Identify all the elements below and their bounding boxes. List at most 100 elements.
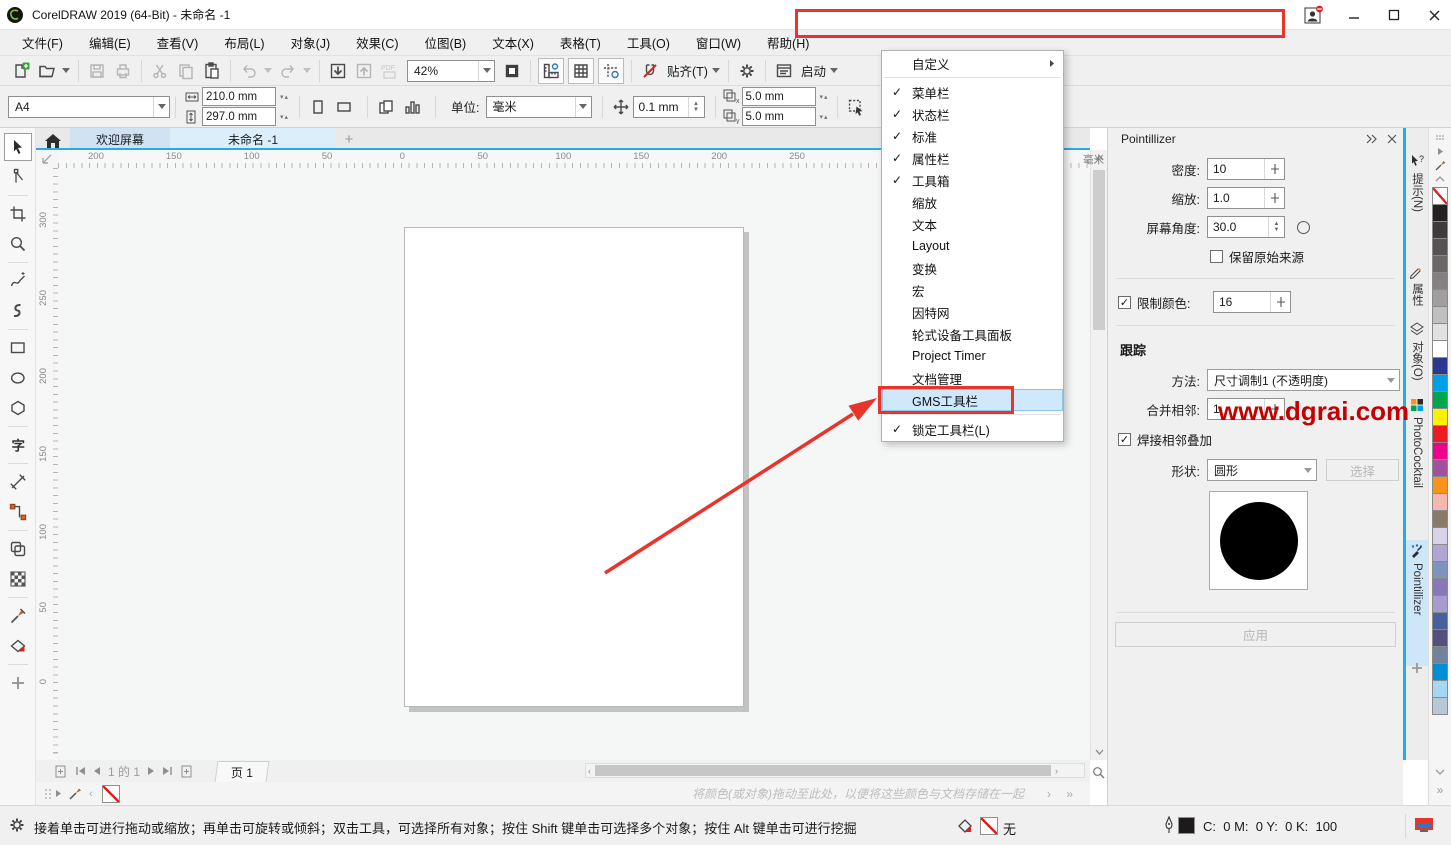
- limit-colors-checkbox[interactable]: ✓: [1118, 296, 1131, 309]
- color-swatch[interactable]: [1432, 204, 1448, 222]
- color-swatch[interactable]: [1432, 391, 1448, 409]
- color-swatch[interactable]: [1432, 459, 1448, 477]
- docker-collapse-icon[interactable]: [1365, 134, 1377, 144]
- weld-overlap-checkbox[interactable]: ✓: [1118, 433, 1131, 446]
- nudge-field[interactable]: 0.1 mm ▲▼: [633, 96, 705, 118]
- menubar-item[interactable]: 文件(F): [10, 30, 75, 55]
- scrollbar-thumb[interactable]: [1093, 170, 1105, 330]
- context-menu-item-gms-[interactable]: GMS工具栏: [882, 389, 1063, 411]
- spinner[interactable]: ▲▼: [688, 97, 704, 117]
- context-menu-item--[interactable]: 缩放: [882, 191, 1063, 213]
- add-tools-icon[interactable]: [4, 669, 32, 697]
- zoom-tool-icon[interactable]: [4, 230, 32, 258]
- menubar-item[interactable]: 窗口(W): [684, 30, 753, 55]
- add-page-start-icon[interactable]: [55, 765, 69, 778]
- scroll-right-icon[interactable]: ›: [1055, 766, 1058, 776]
- docker-tab--o-[interactable]: 对象(O): [1406, 318, 1428, 384]
- new-document-icon[interactable]: [8, 58, 34, 84]
- show-rulers-icon[interactable]: [538, 58, 564, 84]
- chevron-down-icon[interactable]: [478, 61, 494, 81]
- pdf-icon[interactable]: PDF: [377, 58, 403, 84]
- scrubber[interactable]: [1264, 159, 1284, 179]
- scroll-left-icon[interactable]: ‹: [89, 788, 93, 800]
- menubar-item[interactable]: 位图(B): [413, 30, 479, 55]
- context-menu-item--[interactable]: ✓属性栏: [882, 147, 1063, 169]
- color-swatch[interactable]: [1432, 374, 1448, 392]
- flyout-arrow-icon[interactable]: [55, 789, 62, 798]
- menubar-item[interactable]: 效果(C): [344, 30, 410, 55]
- page-preset-combo[interactable]: A4: [8, 96, 170, 118]
- status-gear-icon[interactable]: [8, 816, 26, 834]
- close-button[interactable]: [1423, 4, 1445, 26]
- color-swatch[interactable]: [1432, 425, 1448, 443]
- snap-to-label[interactable]: 贴齐(T): [667, 61, 708, 80]
- no-color-swatch[interactable]: [1432, 187, 1448, 205]
- chevron-down-icon[interactable]: [830, 68, 838, 73]
- scale-field[interactable]: 1.0: [1207, 187, 1285, 209]
- duplicate-y-field[interactable]: 5.0 mm: [742, 107, 816, 126]
- docker-tab-pointillizer[interactable]: Pointillizer: [1406, 540, 1428, 666]
- copy-icon[interactable]: [173, 58, 199, 84]
- chevron-down-icon[interactable]: [264, 68, 272, 73]
- context-menu-item--[interactable]: ✓工具箱: [882, 169, 1063, 191]
- color-swatch[interactable]: [1432, 493, 1448, 511]
- menubar-item[interactable]: 编辑(E): [77, 30, 143, 55]
- print-icon[interactable]: [110, 58, 136, 84]
- context-menu-item--[interactable]: 因特网: [882, 301, 1063, 323]
- context-menu-item--[interactable]: ✓状态栏: [882, 103, 1063, 125]
- account-icon[interactable]: [1303, 5, 1325, 25]
- contour-tool-icon[interactable]: [4, 535, 32, 563]
- menubar-item[interactable]: 查看(V): [145, 30, 211, 55]
- chevron-down-icon[interactable]: [62, 68, 70, 73]
- chevron-down-icon[interactable]: [712, 68, 720, 73]
- polygon-tool-icon[interactable]: [4, 394, 32, 422]
- palette-grip[interactable]: [1429, 128, 1451, 144]
- scroll-left-icon[interactable]: ‹: [588, 766, 591, 776]
- next-page-icon[interactable]: [147, 766, 156, 776]
- scroll-down-icon[interactable]: [1091, 744, 1108, 760]
- keep-source-checkbox[interactable]: [1210, 250, 1223, 263]
- limit-colors-field[interactable]: 16: [1213, 291, 1291, 313]
- options-gear-icon[interactable]: [734, 58, 760, 84]
- select-shape-button[interactable]: 选择: [1326, 459, 1399, 481]
- no-color-swatch[interactable]: [102, 785, 120, 803]
- scrubber[interactable]: [1264, 188, 1284, 208]
- spinner[interactable]: ▲▼: [1268, 217, 1284, 237]
- ruler-origin-icon[interactable]: [36, 150, 58, 168]
- context-menu-item--[interactable]: 变换: [882, 257, 1063, 279]
- vertical-ruler[interactable]: 300250200150100500: [36, 168, 59, 760]
- docker-close-icon[interactable]: [1387, 134, 1397, 144]
- chevron-down-icon[interactable]: [153, 97, 169, 117]
- open-folder-icon[interactable]: [34, 58, 60, 84]
- context-menu-item--[interactable]: ✓标准: [882, 125, 1063, 147]
- method-dropdown[interactable]: 尺寸调制1 (不透明度): [1207, 369, 1400, 391]
- palette-flyout-icon[interactable]: [1429, 144, 1451, 158]
- vertical-scrollbar[interactable]: [1090, 150, 1107, 760]
- all-pages-button[interactable]: [374, 93, 398, 121]
- screen-angle-field[interactable]: 30.0 ▲▼: [1207, 216, 1285, 238]
- snap-off-icon[interactable]: [637, 58, 663, 84]
- artistic-media-tool-icon[interactable]: [4, 297, 32, 325]
- color-swatch[interactable]: [1432, 323, 1448, 341]
- zoom-level-combo[interactable]: 42%: [407, 60, 495, 82]
- color-swatch[interactable]: [1432, 221, 1448, 239]
- redo-icon[interactable]: [275, 58, 301, 84]
- show-guidelines-icon[interactable]: [598, 58, 624, 84]
- context-menu-item--[interactable]: ✓菜单栏: [882, 81, 1063, 103]
- docker-tab--[interactable]: 属性: [1406, 260, 1428, 309]
- color-swatch[interactable]: [1432, 663, 1448, 681]
- fullscreen-preview-icon[interactable]: [499, 58, 525, 84]
- color-swatch[interactable]: [1432, 357, 1448, 375]
- color-swatch[interactable]: [1432, 544, 1448, 562]
- paste-icon[interactable]: [199, 58, 225, 84]
- menubar-item[interactable]: 文本(X): [480, 30, 546, 55]
- color-proof-icon[interactable]: [1413, 816, 1435, 835]
- more-chevrons-icon[interactable]: »: [1066, 787, 1073, 801]
- scroll-right-icon[interactable]: ›: [1047, 787, 1051, 801]
- menubar-item[interactable]: 表格(T): [548, 30, 613, 55]
- palette-eyedropper-icon[interactable]: [1429, 158, 1451, 172]
- menubar-item[interactable]: 对象(J): [279, 30, 343, 55]
- color-swatch[interactable]: [1432, 306, 1448, 324]
- add-page-end-icon[interactable]: [179, 765, 193, 778]
- smart-fill-tool-icon[interactable]: [4, 632, 32, 660]
